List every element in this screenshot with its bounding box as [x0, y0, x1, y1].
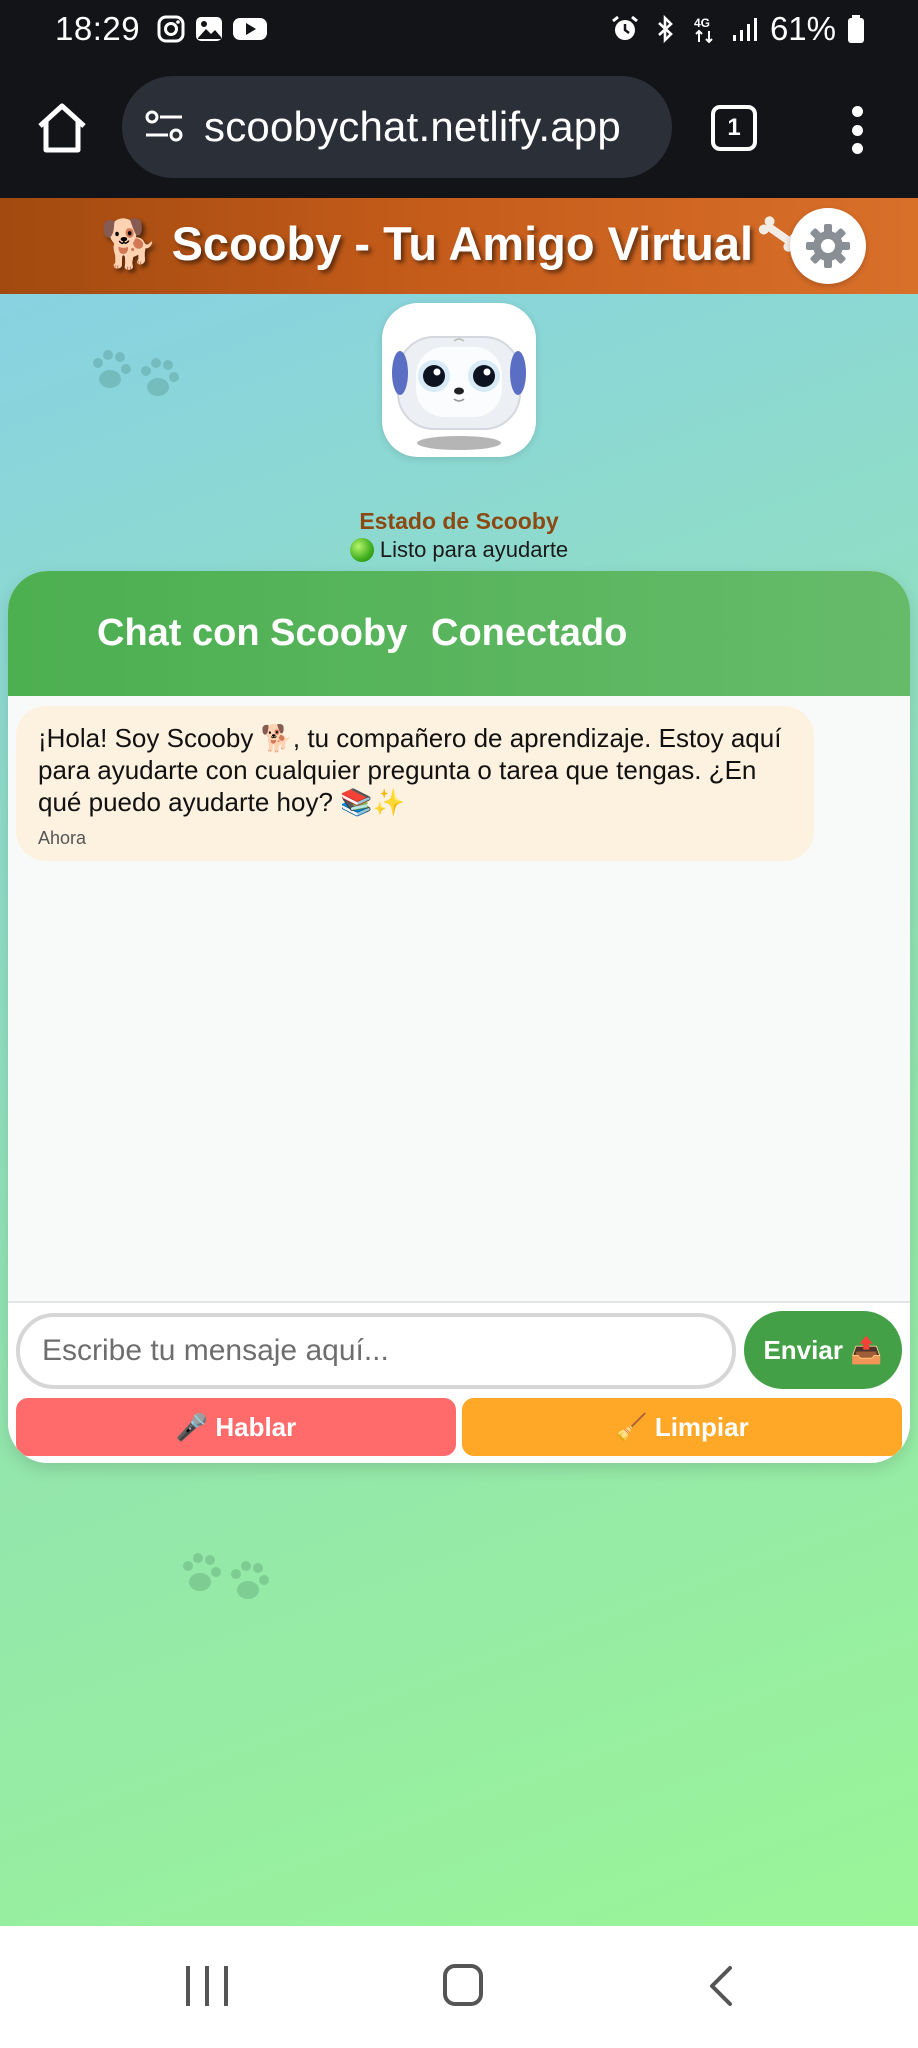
robot-face-icon	[392, 336, 526, 450]
battery-icon	[848, 15, 864, 43]
app-header: 🐕 Scooby - Tu Amigo Virtual	[0, 198, 918, 294]
bot-message: ¡Hola! Soy Scooby 🐕, tu compañero de apr…	[16, 706, 814, 861]
bluetooth-icon	[658, 14, 673, 44]
tab-switcher-button[interactable]: 1	[711, 105, 757, 151]
status-notification-icons	[156, 14, 268, 44]
scooby-avatar	[382, 303, 536, 457]
clear-button[interactable]: 🧹 Limpiar	[462, 1398, 902, 1456]
message-input[interactable]	[16, 1313, 736, 1389]
gallery-icon	[196, 17, 222, 41]
svg-text:4G: 4G	[694, 16, 710, 30]
status-system-icons: 4G 61%	[610, 10, 866, 48]
home-icon[interactable]	[34, 100, 90, 156]
connection-status: Conectado	[431, 612, 628, 654]
message-text: ¡Hola! Soy Scooby 🐕, tu compañero de apr…	[38, 723, 782, 817]
page-content: 🐕 Scooby - Tu Amigo Virtual Estado de Sc…	[0, 198, 918, 1926]
status-indicator: Listo para ayudarte	[0, 537, 918, 563]
browser-menu-icon[interactable]	[845, 102, 869, 158]
back-icon[interactable]	[706, 1964, 736, 2008]
home-nav-icon[interactable]	[443, 1964, 483, 2006]
system-navigation-bar	[0, 1926, 918, 2048]
chat-header: Chat con Scooby Conectado	[8, 571, 910, 696]
chat-title: Chat con Scooby	[97, 612, 408, 654]
site-settings-icon[interactable]	[142, 105, 186, 149]
paw-print-icon	[183, 1553, 269, 1599]
gear-icon	[806, 224, 850, 268]
message-list[interactable]: ¡Hola! Soy Scooby 🐕, tu compañero de apr…	[8, 696, 910, 1301]
send-button[interactable]: Enviar 📤	[744, 1311, 902, 1389]
green-circle-icon	[349, 538, 374, 562]
status-bar: 18:29 4G 61%	[0, 0, 918, 62]
speak-button[interactable]: 🎤 Hablar	[16, 1398, 456, 1456]
alarm-icon	[612, 15, 638, 40]
settings-button[interactable]	[790, 208, 866, 284]
signal-icon	[732, 18, 757, 41]
instagram-icon	[157, 15, 185, 43]
status-time: 18:29	[55, 10, 141, 47]
status-title: Estado de Scooby	[359, 508, 559, 534]
browser-toolbar: scoobychat.netlify.app 1	[0, 62, 918, 198]
4g-icon: 4G	[694, 16, 713, 44]
address-bar[interactable]: scoobychat.netlify.app	[122, 76, 672, 178]
youtube-icon	[233, 18, 267, 40]
recents-icon[interactable]	[186, 1966, 228, 2006]
chat-panel: Chat con Scooby Conectado ¡Hola! Soy Sco…	[8, 571, 910, 1463]
message-time: Ahora	[38, 828, 87, 848]
chat-input-area: Enviar 📤 🎤 Hablar 🧹 Limpiar	[8, 1301, 910, 1463]
battery-percent: 61%	[769, 10, 836, 47]
url-text[interactable]: scoobychat.netlify.app	[204, 103, 621, 151]
paw-print-icon	[93, 350, 179, 396]
app-title: 🐕 Scooby - Tu Amigo Virtual	[100, 217, 754, 270]
status-text: Listo para ayudarte	[379, 537, 569, 562]
